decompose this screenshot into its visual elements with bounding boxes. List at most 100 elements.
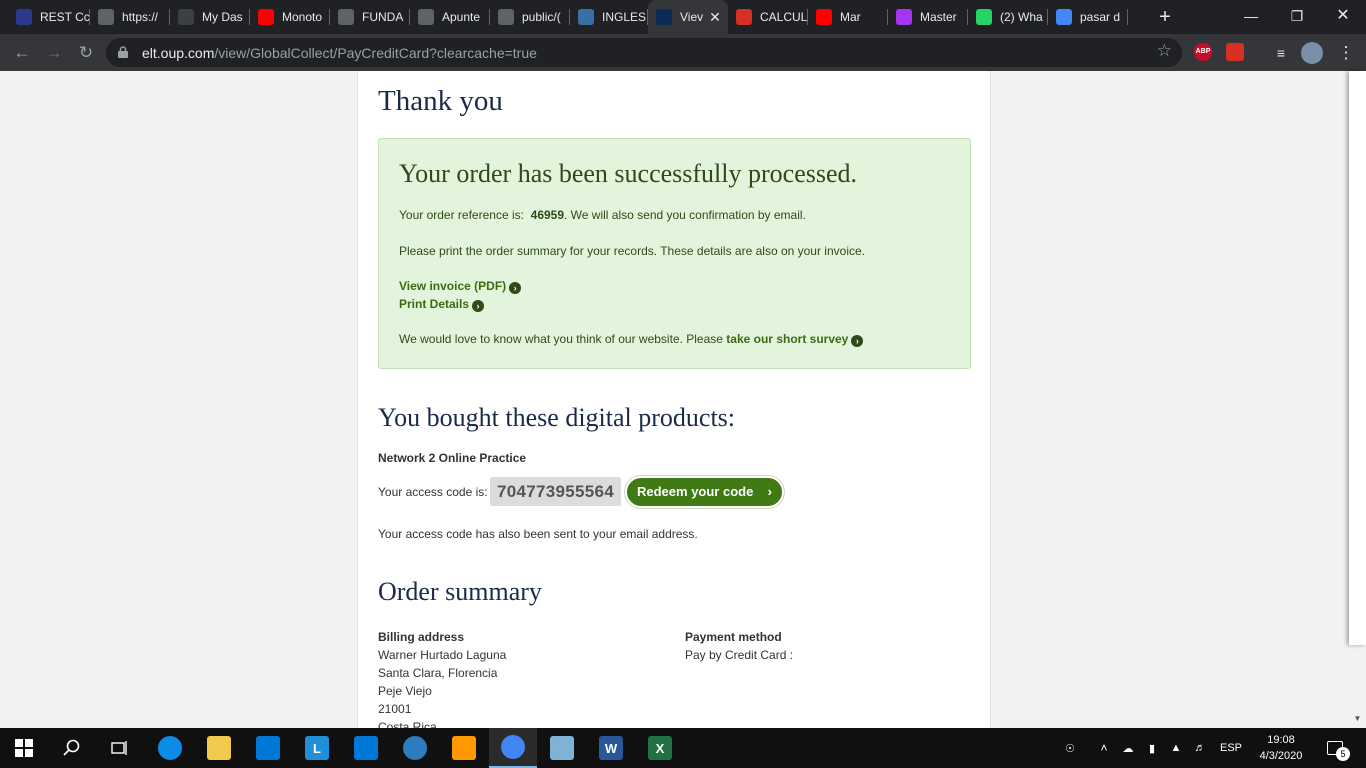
browser-tab[interactable]: My Das [170,0,250,34]
browser-tab[interactable]: Master [888,0,968,34]
billing-address-block: Billing address Warner Hurtado Laguna Sa… [378,628,506,728]
reload-icon[interactable]: ↻ [73,40,99,66]
browser-tab[interactable]: FUNDA [330,0,410,34]
tab-label: https:// [122,10,159,24]
access-code-value: 704773955564 [490,477,621,506]
payment-method-value: Pay by Credit Card : [685,648,794,662]
sublime-text-icon[interactable] [440,728,488,768]
order-summary-heading: Order summary [378,577,542,606]
tab-label: Master [920,10,957,24]
mail-icon[interactable] [342,728,390,768]
billing-line: Peje Viejo [378,684,432,698]
billing-line: 21001 [378,702,412,716]
tab-label: FUNDA [362,10,404,24]
clock-time: 19:08 [1267,734,1295,746]
microsoft-store-icon-glyph [256,736,280,760]
search-icon[interactable] [48,728,96,768]
browser-tab[interactable]: pasar d [1048,0,1128,34]
side-panel-edge[interactable] [1349,71,1366,645]
browser-tab[interactable]: public/( [490,0,570,34]
back-icon[interactable]: ← [9,40,35,66]
lock-icon [118,46,128,58]
word-icon-glyph: W [599,736,623,760]
forward-icon[interactable]: → [41,40,67,66]
excel-icon[interactable]: X [636,728,684,768]
new-tab-button[interactable]: + [1154,6,1176,28]
products-heading: You bought these digital products: [378,403,736,432]
billing-line: Warner Hurtado Laguna [378,648,507,662]
close-tab-icon[interactable]: ✕ [709,9,721,26]
survey-link[interactable]: take our short survey [726,332,848,346]
wifi-icon[interactable]: ▲ [1166,728,1186,768]
l-app-icon[interactable]: L [293,728,341,768]
page-title: Thank you [378,85,503,117]
tab-label: Mar [840,10,861,24]
tab-label: (2) Wha [1000,10,1043,24]
start-button[interactable] [0,728,48,768]
print-details-link[interactable]: Print Details › [399,297,485,312]
show-hidden-icons[interactable]: ˄ [1094,728,1114,768]
google-icon [1056,9,1072,25]
media-control-icon[interactable]: ≡ [1268,40,1294,66]
shield-extension-icon[interactable] [1226,43,1244,61]
whatsapp-icon [976,9,992,25]
l-app-icon-glyph: L [305,736,329,760]
bookmark-star-icon[interactable]: ☆ [1157,41,1172,61]
file-explorer-icon[interactable] [195,728,243,768]
battery-icon[interactable]: ▮ [1142,728,1162,768]
sublime-text-icon-glyph [452,736,476,760]
browser-tab[interactable]: Mar [808,0,888,34]
notepad-icon[interactable] [538,728,586,768]
oxford-icon [656,9,672,25]
mail-icon-glyph [354,736,378,760]
browser-tab[interactable]: Monoto [250,0,330,34]
browser-toolbar: ← → ↻ elt.oup.com/view/GlobalCollect/Pay… [0,34,1366,71]
globe-icon [178,9,194,25]
clock[interactable]: 19:08 4/3/2020 [1248,732,1314,764]
browser-tab[interactable]: Apunte [410,0,490,34]
language-indicator[interactable]: ESP [1216,728,1246,768]
browser-tab[interactable]: (2) Wha [968,0,1048,34]
tab-label: My Das [202,10,243,24]
redeem-code-button[interactable]: Redeem your code › [625,476,784,508]
address-bar[interactable]: elt.oup.com/view/GlobalCollect/PayCredit… [106,38,1182,67]
globe-icon [338,9,354,25]
payment-method-block: Payment method Pay by Credit Card : [685,628,793,664]
tab-label: Viev [680,10,704,24]
browser-tab[interactable]: REST Cc [8,0,90,34]
people-icon[interactable]: ☉ [1058,728,1082,768]
adblock-plus-icon[interactable]: ABP [1194,43,1212,61]
browser-tab[interactable]: CALCUL [728,0,808,34]
webcam-app-icon[interactable] [391,728,439,768]
browser-tab[interactable]: INGLES [570,0,648,34]
td-icon [578,9,594,25]
success-heading: Your order has been successfully process… [399,159,858,188]
menu-kebab-icon[interactable]: ⋮ [1333,40,1359,66]
scroll-down-arrow-icon[interactable]: ▼ [1349,710,1366,728]
onedrive-icon[interactable]: ☁ [1118,728,1138,768]
notifications-icon[interactable]: 5 [1320,728,1350,768]
chrome-icon[interactable] [489,728,537,768]
tab-label: Monoto [282,10,323,24]
notepad-icon-glyph [550,736,574,760]
globe-icon [498,9,514,25]
globe-icon [98,9,114,25]
word-icon[interactable]: W [587,728,635,768]
chrome-icon-glyph [501,735,525,759]
url-text: elt.oup.com/view/GlobalCollect/PayCredit… [142,45,537,61]
minimize-icon[interactable]: — [1228,0,1274,34]
task-view-icon[interactable] [96,728,144,768]
content-card: Thank you Your order has been successful… [357,71,991,728]
volume-icon[interactable]: ♬ [1190,728,1210,768]
view-invoice-link[interactable]: View invoice (PDF) › [399,279,522,294]
tab-label: REST Cc [40,10,90,24]
arrow-right-circle-icon: › [851,335,864,347]
youtube-icon [816,9,832,25]
browser-tab[interactable]: https:// [90,0,170,34]
microsoft-store-icon[interactable] [244,728,292,768]
profile-avatar[interactable] [1299,40,1325,66]
browser-tab[interactable]: Viev ✕ [648,0,728,34]
close-window-icon[interactable]: ✕ [1320,0,1366,34]
restore-icon[interactable]: ❐ [1274,0,1320,34]
edge-icon[interactable] [146,728,194,768]
